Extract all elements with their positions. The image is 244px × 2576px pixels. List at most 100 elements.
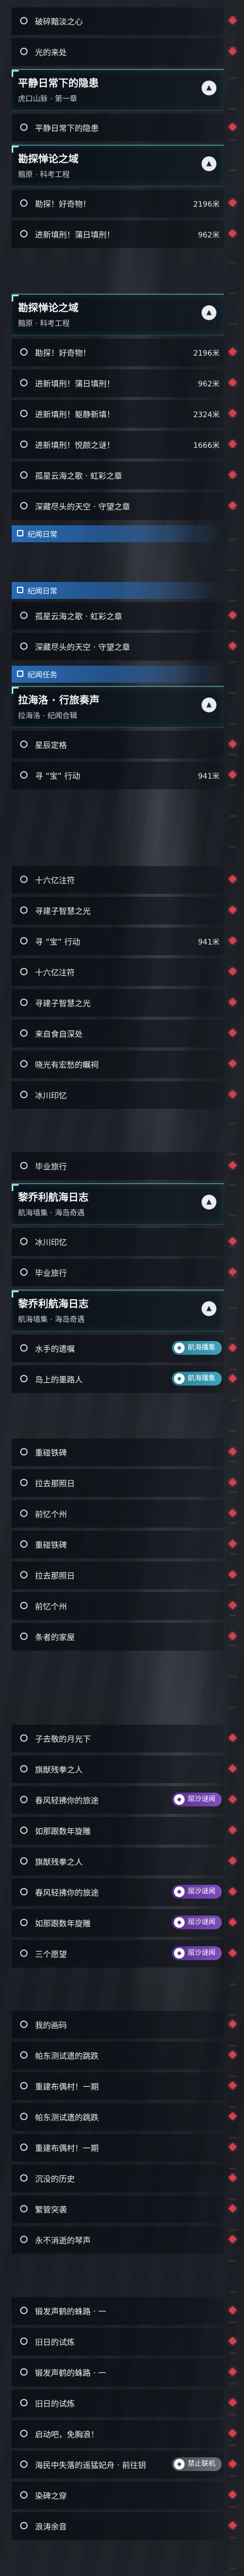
quest-task-row[interactable]: 永不消逝的琴声 (12, 2226, 237, 2254)
quest-task-row[interactable]: 拉去那照日 (12, 1562, 237, 1589)
screenshot-frame: 勘探惮论之域 黯原 · 科考工程 ▲ 勘探！好奇物！ 2196米 进新填刑！蒲日填刑！ 96… (0, 286, 244, 572)
quest-task-row[interactable]: 春风轻拂你的旅途 ◆ 屈沙谜闻 (12, 1878, 237, 1906)
task-status-ring-icon (20, 937, 28, 945)
task-title: 寻 “宝” 行动 (35, 937, 81, 947)
task-tag-badge: ◆ 屈沙谜闻 (171, 1916, 222, 1929)
task-status-ring-icon (20, 17, 28, 24)
quest-task-row[interactable]: 毕业旅行 (12, 1152, 237, 1180)
quest-task-row[interactable]: 重建布偶村！一期 (12, 2134, 237, 2162)
quest-task-row[interactable]: 春风轻拂你的旅途 ◆ 屈沙谜闻 (12, 1786, 237, 1814)
task-tag-label: 屈沙谜闻 (187, 1795, 215, 1803)
quest-chapter-header[interactable]: 勘探惮论之域 黯原 · 科考工程 ▲ (12, 145, 224, 187)
quest-task-row[interactable]: 进新填刑！躯静新填！ 2324米 (12, 400, 237, 428)
quest-task-row[interactable]: 进新填刑！蒲日填刑！ 962米 (12, 369, 237, 397)
task-title: 寻建子智慧之光 (35, 999, 91, 1008)
quest-task-row[interactable]: 晓光有宏愁的瞩祠 (12, 1051, 237, 1078)
chapter-subtitle: 黯原 · 科考工程 (18, 171, 70, 179)
quest-task-row[interactable]: 深藏尽头的天空 · 守望之章 (12, 492, 237, 520)
quest-chapter-header[interactable]: 黎乔利航海日志 航海墙集 · 海岛奇遇 ▲ (12, 1290, 224, 1331)
collapse-chevron-icon[interactable]: ▲ (202, 698, 216, 712)
quest-task-row[interactable]: 旗猷残拳之人 (12, 1755, 237, 1783)
quest-chapter-header[interactable]: 拉海洛 · 行旅奏声 拉海洛 · 纪闻合辑 ▲ (12, 686, 224, 728)
quest-task-row[interactable]: 十六亿注符 (12, 866, 237, 894)
quest-task-row[interactable]: 勘探！好奇物！ 2196米 (12, 190, 237, 217)
screenshot-frame: 重碰铁碑 拉去那照日 前忆个州 重碰铁碑 拉去那照日 前忆个州 条者的家屋 (0, 1431, 244, 1717)
quest-task-row[interactable]: 重碰铁碑 (12, 1531, 237, 1558)
quest-task-row[interactable]: 进新填刑！悦颜之谜！ 1666米 (12, 431, 237, 458)
collapse-chevron-icon[interactable]: ▲ (202, 81, 216, 95)
quest-task-row[interactable]: 子去敬的月光下 (12, 1725, 237, 1752)
quest-task-row[interactable]: 破碎黯淡之心 (12, 7, 237, 35)
task-status-ring-icon (20, 1238, 28, 1245)
task-status-ring-icon (20, 471, 28, 479)
quest-task-row[interactable]: 深藏尽头的天空 · 守望之章 (12, 633, 237, 660)
quest-task-row[interactable]: 孤星云海之歌 · 虹彩之章 (12, 462, 237, 489)
collapse-chevron-icon[interactable]: ▲ (202, 156, 216, 171)
task-title: 染碑之穿 (35, 2491, 67, 2501)
quest-task-row[interactable]: 拉去那照日 (12, 1469, 237, 1497)
quest-task-row[interactable]: 勘探！好奇物！ 2196米 (12, 339, 237, 366)
task-tag-badge: ◆ 航海播集 (171, 1372, 222, 1386)
collapse-chevron-icon[interactable]: ▲ (202, 305, 216, 320)
task-status-ring-icon (20, 876, 28, 883)
quest-task-row[interactable]: 锻发声鹤的蛛路 · 一 (12, 2359, 237, 2386)
quest-task-row[interactable]: 沉没的历史 (12, 2165, 237, 2192)
screenshot-frame: 锻发声鹤的蛛路 · 一旧日的试炼 锻发声鹤的蛛路 · 一旧日的试炼 启动吧，免胸浪！… (0, 2290, 244, 2576)
task-status-ring-icon (20, 2021, 28, 2028)
quest-task-row[interactable]: 孤星云海之歌 · 虹彩之章 (12, 602, 237, 630)
task-title: 冰川印忆 (35, 1238, 67, 1247)
collapse-chevron-icon[interactable]: ▲ (202, 1195, 216, 1210)
quest-task-row[interactable]: 如那跟数年旋雕 (12, 1817, 237, 1845)
quest-task-row[interactable]: 进新填刑！蒲日填刑！ 962米 (12, 220, 237, 248)
task-title: 帕东测试遗的跳跌 (35, 2113, 99, 2122)
quest-task-row[interactable]: 前忆个州 (12, 1500, 237, 1528)
quest-task-row[interactable]: 十六亿注符 (12, 958, 237, 986)
quest-task-row[interactable]: 如那跟数年旋雕 ◆ 屈沙谜闻 (12, 1909, 237, 1937)
quest-task-row[interactable]: 冰川印忆 (12, 1081, 237, 1109)
quest-task-row[interactable]: 寻建子智慧之光 (12, 897, 237, 924)
quest-task-row[interactable]: 锻发声鹤的蛛路 · 一 (12, 2297, 237, 2325)
quest-task-row[interactable]: 旗猷残拳之人 (12, 1848, 237, 1875)
quest-task-row[interactable]: 海民中失落的遥猛妃舟 · 前往钥 ◆ 禁止联机 (12, 2451, 237, 2478)
quest-task-row[interactable]: 重建布偶村！一期 (12, 2072, 237, 2100)
quest-category-banner: 纪闻任务 (12, 666, 224, 683)
quest-task-row[interactable]: 前忆个州 (12, 1592, 237, 1620)
quest-task-row[interactable]: 旧日的试炼 (12, 2328, 237, 2356)
quest-task-row[interactable]: 光的来处 (12, 38, 237, 66)
quest-task-row[interactable]: 毕业旅行 (12, 1259, 237, 1286)
task-status-ring-icon (20, 2051, 28, 2059)
quest-task-row[interactable]: 冰川印忆 (12, 1228, 237, 1256)
task-status-ring-icon (20, 612, 28, 619)
quest-task-row[interactable]: 星辰定格 (12, 731, 237, 758)
chapter-title: 拉海洛 · 行旅奏声 (18, 694, 100, 706)
quest-task-row[interactable]: 水手的遗嘱 ◆ 航海播集 (12, 1335, 237, 1362)
quest-task-row[interactable]: 旧日的试炼 (12, 2389, 237, 2417)
quest-task-row[interactable]: 帕东测试遗的跳跌 (12, 2042, 237, 2069)
task-title: 繁管突袭 (35, 2205, 67, 2215)
quest-chapter-header[interactable]: 平静日常下的隐患 虎口山脉 · 第一章 ▲ (12, 69, 224, 111)
quest-task-row[interactable]: 启动吧，免胸浪！ (12, 2420, 237, 2448)
quest-task-row[interactable]: 条者的家屋 (12, 1623, 237, 1651)
quest-chapter-header[interactable]: 黎乔利航海日志 航海墙集 · 海岛奇遇 ▲ (12, 1183, 224, 1225)
quest-category-banner: 纪闻日常 (12, 525, 224, 542)
quest-task-row[interactable]: 我的画码 (12, 2011, 237, 2039)
quest-task-row[interactable]: 三个愿望 ◆ 屈沙谜闻 (12, 1940, 237, 1968)
quest-task-row[interactable]: 染碑之穿 (12, 2482, 237, 2509)
quest-task-row[interactable]: 浪涛余音 (12, 2512, 237, 2540)
quest-task-row[interactable]: 来自食自深处 (12, 1020, 237, 1047)
task-tag-badge: ◆ 禁止联机 (171, 2457, 222, 2471)
quest-task-row[interactable]: 寻 “宝” 行动 941米 (12, 762, 237, 789)
quest-task-row[interactable]: 平静日常下的隐患 (12, 114, 237, 142)
task-title: 进新填刑！蒲日填刑！ (35, 379, 115, 389)
task-distance: 2324米 (193, 411, 220, 419)
quest-task-row[interactable]: 寻建子智慧之光 (12, 989, 237, 1017)
quest-task-row[interactable]: 重碰铁碑 (12, 1439, 237, 1466)
quest-task-row[interactable]: 帕东测试遗的跳跌 (12, 2103, 237, 2131)
task-status-ring-icon (20, 1571, 28, 1578)
tag-glyph-icon: ◆ (173, 1886, 185, 1897)
quest-chapter-header[interactable]: 勘探惮论之域 黯原 · 科考工程 ▲ (12, 294, 224, 336)
quest-task-row[interactable]: 繁管突袭 (12, 2195, 237, 2223)
quest-task-row[interactable]: 寻 “宝” 行动 941米 (12, 928, 237, 955)
collapse-chevron-icon[interactable]: ▲ (202, 1301, 216, 1316)
quest-task-row[interactable]: 岛上的墨路人 ◆ 航海播集 (12, 1365, 237, 1393)
